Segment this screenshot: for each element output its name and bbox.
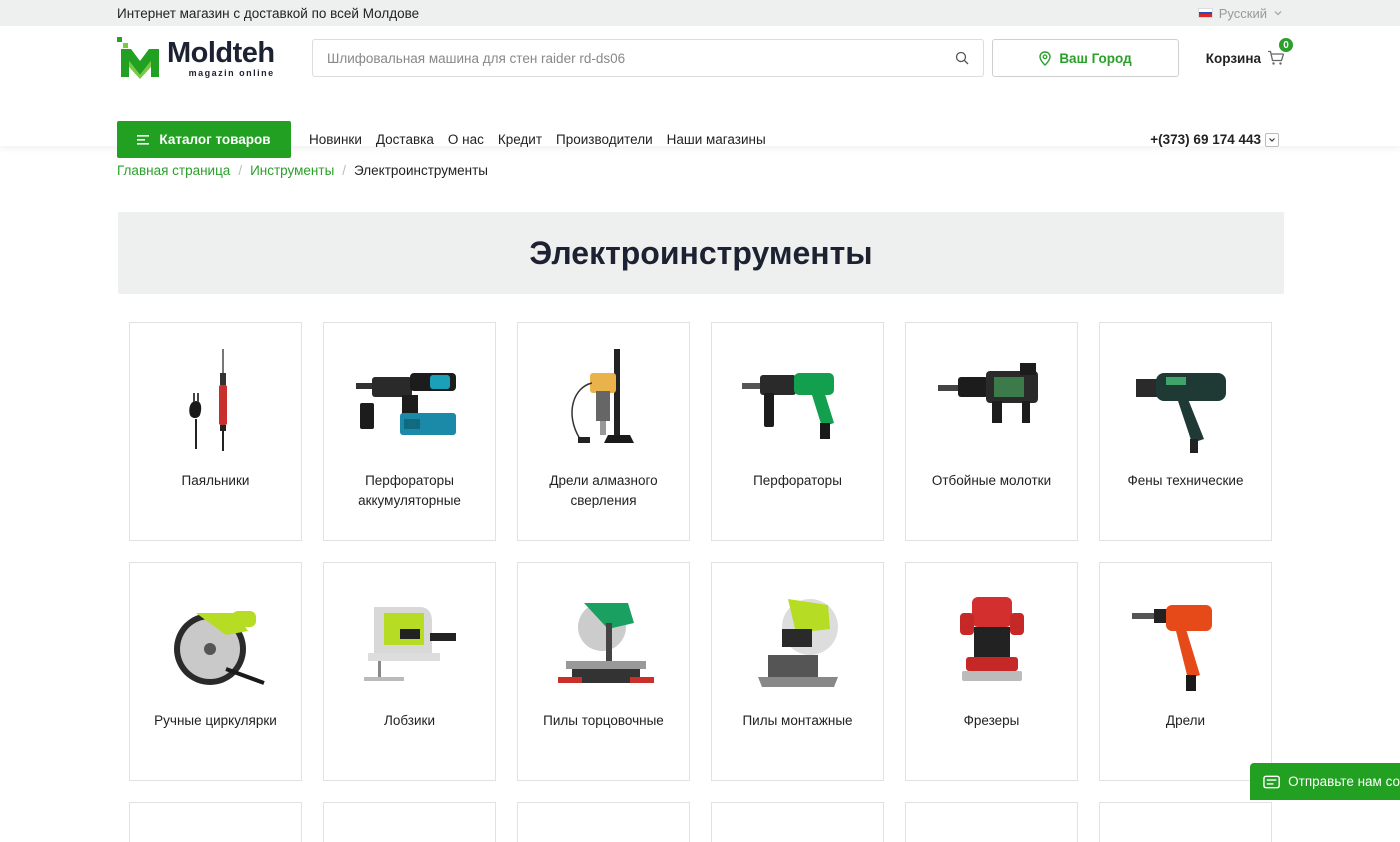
cart-button[interactable]: Корзина 0 <box>1205 36 1295 66</box>
category-card[interactable]: Пилы монтажные <box>711 562 884 781</box>
circular-saw-icon <box>156 583 276 703</box>
category-card[interactable]: Паяльники <box>129 322 302 541</box>
nav-item-about[interactable]: О нас <box>448 132 484 147</box>
category-label: Фены технические <box>1127 473 1244 488</box>
logo[interactable]: Moldteh magazin online <box>117 37 293 79</box>
chat-button-label: Отправьте нам со <box>1288 774 1400 789</box>
language-selector[interactable]: Русский <box>1197 5 1283 21</box>
chevron-down-icon <box>1269 137 1275 142</box>
category-card[interactable]: Лобзики <box>323 562 496 781</box>
category-card[interactable]: Пилы торцовочные <box>517 562 690 781</box>
category-card[interactable] <box>517 802 690 842</box>
russia-flag-icon <box>1197 8 1213 18</box>
logo-mark-icon <box>117 37 159 79</box>
phone-number: +(373) 69 174 443 <box>1150 132 1261 147</box>
menu-icon <box>137 134 150 145</box>
nav-item-credit[interactable]: Кредит <box>498 132 542 147</box>
breadcrumb-current: Электроинструменты <box>354 163 488 178</box>
main-nav: Новинки Доставка О нас Кредит Производит… <box>309 132 780 147</box>
chevron-down-icon <box>1274 11 1282 16</box>
language-label: Русский <box>1218 5 1267 21</box>
header: Moldteh magazin online Ваш Город Корзина <box>0 26 1400 158</box>
diamond-drill-icon <box>544 343 664 463</box>
category-card[interactable]: Фрезеры <box>905 562 1078 781</box>
breadcrumb-separator: / <box>342 163 347 178</box>
search-box <box>312 39 984 77</box>
soldering-iron-icon <box>156 343 276 463</box>
category-label: Перфораторы <box>753 473 842 488</box>
logo-subtitle: magazin online <box>188 67 275 78</box>
category-card[interactable]: Перфораторы <box>711 322 884 541</box>
cordless-rotary-hammer-icon <box>350 343 470 463</box>
category-grid: Паяльники Перфораторы аккумуляторные Дре… <box>129 322 1274 842</box>
cut-off-saw-icon <box>738 583 858 703</box>
tagline: Интернет магазин с доставкой по всей Мол… <box>117 5 420 21</box>
category-label: Пилы монтажные <box>742 713 853 728</box>
category-card[interactable] <box>323 802 496 842</box>
catalog-button[interactable]: Каталог товаров <box>117 121 291 158</box>
category-label: Пилы торцовочные <box>543 713 664 728</box>
router-icon <box>932 583 1052 703</box>
top-bar: Интернет магазин с доставкой по всей Мол… <box>0 0 1400 26</box>
search-icon[interactable] <box>955 51 969 65</box>
chat-button[interactable]: Отправьте нам со <box>1250 763 1400 800</box>
breadcrumb-separator: / <box>238 163 243 178</box>
nav-item-manufacturers[interactable]: Производители <box>556 132 653 147</box>
nav-item-new[interactable]: Новинки <box>309 132 362 147</box>
category-card[interactable]: Ручные циркулярки <box>129 562 302 781</box>
miter-saw-icon <box>544 583 664 703</box>
category-card[interactable]: Перфораторы аккумуляторные <box>323 322 496 541</box>
phone-selector[interactable]: +(373) 69 174 443 <box>1150 132 1279 147</box>
category-card[interactable]: Фены технические <box>1099 322 1272 541</box>
page-title: Электроинструменты <box>529 234 873 271</box>
page-title-banner: Электроинструменты <box>118 212 1284 294</box>
logo-name: Moldteh <box>167 36 275 69</box>
category-card[interactable]: Отбойные молотки <box>905 322 1078 541</box>
cart-count-badge: 0 <box>1277 36 1295 54</box>
category-card[interactable] <box>1099 802 1272 842</box>
category-label: Паяльники <box>181 473 250 488</box>
search-input[interactable] <box>327 50 955 66</box>
nav-item-stores[interactable]: Наши магазины <box>667 132 766 147</box>
location-pin-icon <box>1039 50 1052 66</box>
breadcrumb: Главная страница / Инструменты / Электро… <box>117 163 488 178</box>
phone-dropdown-toggle[interactable] <box>1265 132 1279 147</box>
category-card[interactable] <box>905 802 1078 842</box>
category-label: Отбойные молотки <box>931 473 1052 488</box>
category-label: Фрезеры <box>963 713 1020 728</box>
category-card[interactable] <box>129 802 302 842</box>
category-label: Дрели <box>1165 713 1206 728</box>
city-button-label: Ваш Город <box>1059 50 1132 66</box>
rotary-hammer-icon <box>738 343 858 463</box>
heat-gun-icon <box>1126 343 1246 463</box>
breadcrumb-tools[interactable]: Инструменты <box>250 163 334 178</box>
message-icon <box>1263 775 1280 788</box>
category-card[interactable]: Дрели алмазного сверления <box>517 322 690 541</box>
category-label: Лобзики <box>384 713 435 728</box>
cart-label: Корзина <box>1205 50 1261 66</box>
category-label: Дрели алмазного сверления <box>549 473 658 508</box>
category-card[interactable] <box>711 802 884 842</box>
catalog-button-label: Каталог товаров <box>159 132 271 147</box>
drill-icon <box>1126 583 1246 703</box>
jigsaw-icon <box>350 583 470 703</box>
city-button[interactable]: Ваш Город <box>992 39 1179 77</box>
breadcrumb-home[interactable]: Главная страница <box>117 163 230 178</box>
demolition-hammer-icon <box>932 343 1052 463</box>
nav-item-delivery[interactable]: Доставка <box>376 132 434 147</box>
category-card[interactable]: Дрели <box>1099 562 1272 781</box>
category-label: Ручные циркулярки <box>154 713 277 728</box>
category-label: Перфораторы аккумуляторные <box>358 473 461 508</box>
